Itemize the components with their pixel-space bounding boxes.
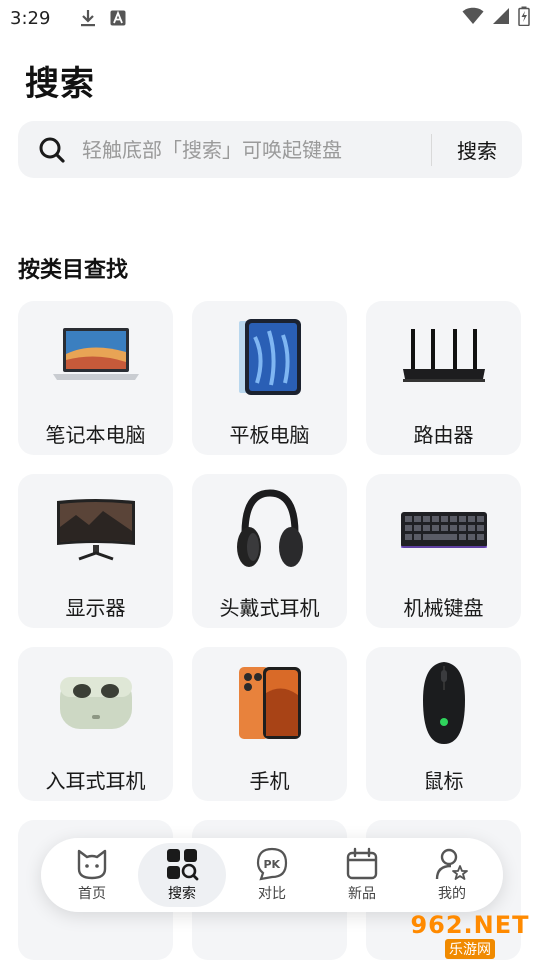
router-icon <box>366 315 521 399</box>
tab-label: 首页 <box>78 886 106 902</box>
category-label: 入耳式耳机 <box>45 769 146 793</box>
tab-label: 新品 <box>348 886 376 902</box>
earbuds-icon <box>18 661 173 745</box>
category-card-mouse[interactable]: 鼠标 <box>366 647 521 801</box>
battery-icon <box>518 6 530 31</box>
category-card-monitor[interactable]: 显示器 <box>18 474 173 628</box>
tab-compare[interactable]: PK 对比 <box>228 843 316 907</box>
search-icon <box>38 136 66 164</box>
search-grid-icon <box>165 847 199 881</box>
page-title: 搜索 <box>25 64 95 104</box>
category-label: 笔记本电脑 <box>45 423 146 447</box>
watermark-top: 962.NET <box>410 911 530 939</box>
tab-home[interactable]: 首页 <box>48 843 136 907</box>
svg-text:PK: PK <box>264 858 281 871</box>
profile-star-icon <box>435 847 469 881</box>
tab-profile[interactable]: 我的 <box>408 843 496 907</box>
category-card-router[interactable]: 路由器 <box>366 301 521 455</box>
mouse-icon <box>366 661 521 745</box>
cat-home-icon <box>75 847 109 881</box>
category-label: 平板电脑 <box>229 423 310 447</box>
tab-new[interactable]: 新品 <box>318 843 406 907</box>
category-card-headphones[interactable]: 头戴式耳机 <box>192 474 347 628</box>
category-card-laptop[interactable]: 笔记本电脑 <box>18 301 173 455</box>
search-input[interactable] <box>82 137 431 162</box>
category-label: 显示器 <box>65 596 126 620</box>
category-section-title: 按类目查找 <box>18 258 129 283</box>
tablet-icon <box>192 315 347 399</box>
search-button[interactable]: 搜索 <box>432 121 522 178</box>
watermark-bottom: 乐游网 <box>445 939 495 959</box>
a-badge-icon <box>110 10 126 26</box>
category-card-phone[interactable]: 手机 <box>192 647 347 801</box>
status-bar: 3:29 <box>0 0 540 36</box>
headphones-icon <box>192 488 347 572</box>
calendar-icon <box>345 847 379 881</box>
tab-search[interactable]: 搜索 <box>138 843 226 907</box>
category-card-earbuds[interactable]: 入耳式耳机 <box>18 647 173 801</box>
monitor-icon <box>18 488 173 572</box>
download-icon <box>80 9 96 27</box>
search-bar[interactable]: 搜索 <box>18 121 522 178</box>
category-label: 鼠标 <box>423 769 464 793</box>
category-label: 手机 <box>249 769 290 793</box>
watermark-logo: 962.NET 乐游网 <box>400 910 540 960</box>
category-label: 路由器 <box>413 423 474 447</box>
category-label: 机械键盘 <box>403 596 484 620</box>
pk-icon: PK <box>255 847 289 881</box>
keyboard-icon <box>366 488 521 572</box>
status-time: 3:29 <box>10 7 51 29</box>
category-card-keyboard[interactable]: 机械键盘 <box>366 474 521 628</box>
phone-icon <box>192 661 347 745</box>
laptop-icon <box>18 315 173 399</box>
bottom-tab-bar: 首页 搜索 PK 对比 新品 我的 <box>41 838 503 912</box>
category-card-tablet[interactable]: 平板电脑 <box>192 301 347 455</box>
status-right <box>462 0 530 36</box>
category-label: 头戴式耳机 <box>219 596 320 620</box>
tab-label: 搜索 <box>168 886 196 902</box>
wifi-icon <box>462 7 484 30</box>
signal-icon <box>492 7 510 30</box>
tab-label: 我的 <box>438 886 466 902</box>
tab-label: 对比 <box>258 886 286 902</box>
